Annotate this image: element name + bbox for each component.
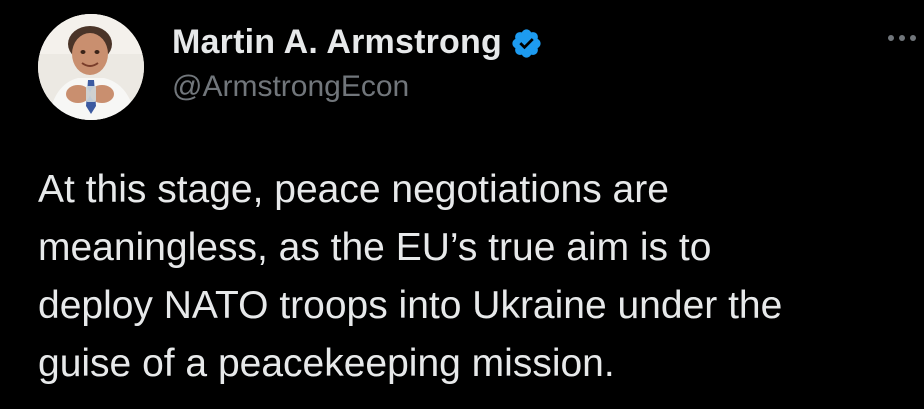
verified-badge-icon <box>510 27 543 60</box>
tweet-text-line: At this stage, peace negotiations are <box>38 168 669 211</box>
tweet-text-line: meaningless, as the EU’s true aim is to <box>38 226 712 269</box>
more-dot <box>910 35 916 41</box>
more-dot <box>888 35 894 41</box>
author-name-row: Martin A. Armstrong <box>172 19 543 65</box>
more-options-icon[interactable] <box>888 26 924 50</box>
tweet-text-line: guise of a peacekeeping mission. <box>38 342 615 385</box>
author-display-name[interactable]: Martin A. Armstrong <box>172 23 502 62</box>
profile-photo-icon <box>38 14 144 120</box>
tweet-card: Martin A. Armstrong @ArmstrongEcon At th… <box>0 0 924 409</box>
avatar[interactable] <box>38 14 144 120</box>
author-handle[interactable]: @ArmstrongEcon <box>172 70 409 104</box>
tweet-text: At this stage, peace negotiations are me… <box>38 161 908 393</box>
tweet-text-line: deploy NATO troops into Ukraine under th… <box>38 284 783 327</box>
more-dot <box>899 35 905 41</box>
